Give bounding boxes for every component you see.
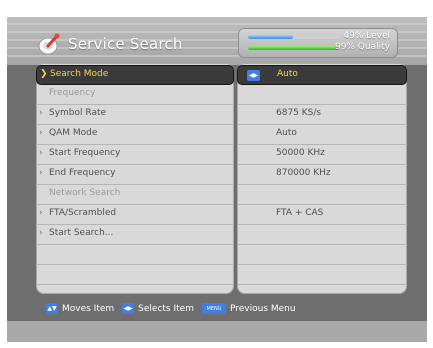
- menu-item-label: QAM Mode: [49, 128, 98, 138]
- chevron-right-icon: ›: [39, 128, 43, 138]
- satellite-dish-icon: [38, 33, 60, 55]
- quality-bar: [248, 46, 340, 50]
- level-text: 49% Level: [343, 31, 390, 41]
- menu-item-frequency: Frequency: [36, 85, 234, 105]
- header-band: Service Search 49% Level 99% Quality: [7, 17, 427, 65]
- menu-item-label: Frequency: [49, 88, 96, 98]
- value-fta-scrambled[interactable]: FTA + CAS: [237, 205, 407, 225]
- value-end-frequency[interactable]: 870000 KHz: [237, 165, 407, 185]
- left-right-key-icon: ◀▶: [122, 303, 135, 314]
- menu-filler-row: [36, 265, 234, 285]
- value-network-search: [237, 185, 407, 205]
- menu-filler-row: [36, 245, 234, 265]
- value-symbol-rate[interactable]: 6875 KS/s: [237, 105, 407, 125]
- menu-item-network-search: Network Search: [36, 185, 234, 205]
- value-list: ◀▶ Auto 6875 KS/s Auto 50000 KHz 870000 …: [237, 63, 407, 294]
- chevron-right-icon: ›: [39, 108, 43, 118]
- menu-item-qam-mode[interactable]: › QAM Mode: [36, 125, 234, 145]
- value-qam-mode[interactable]: Auto: [237, 125, 407, 145]
- help-select-text: Selects Item: [138, 303, 194, 314]
- chevron-right-icon: ›: [39, 228, 43, 238]
- page-title-area: Service Search: [36, 31, 183, 57]
- menu-item-fta-scrambled[interactable]: › FTA/Scrambled: [36, 205, 234, 225]
- quality-text: 99% Quality: [334, 42, 390, 52]
- menu-item-start-frequency[interactable]: › Start Frequency: [36, 145, 234, 165]
- menu-item-label: Search Mode: [50, 69, 109, 79]
- value-start-search: [237, 225, 407, 245]
- menu-item-start-search[interactable]: › Start Search...: [36, 225, 234, 245]
- value-search-mode[interactable]: ◀▶ Auto: [237, 65, 407, 85]
- value-start-frequency[interactable]: 50000 KHz: [237, 145, 407, 165]
- value-text: Auto: [277, 69, 298, 79]
- menu-item-label: Start Frequency: [49, 148, 121, 158]
- menu-item-label: Network Search: [49, 188, 121, 198]
- menu-item-label: End Frequency: [49, 168, 116, 178]
- chevron-right-icon: ❯: [40, 69, 48, 79]
- chevron-right-icon: ›: [39, 208, 43, 218]
- menu-item-label: Start Search...: [49, 228, 114, 238]
- value-filler-row: [237, 245, 407, 265]
- level-bar: [248, 35, 340, 39]
- chevron-right-icon: ›: [39, 168, 43, 178]
- value-text: Auto: [276, 128, 297, 138]
- value-filler-row: [237, 265, 407, 285]
- chevron-right-icon: ›: [39, 148, 43, 158]
- footer-band: [7, 321, 427, 342]
- menu-key-icon: MENU: [201, 303, 226, 314]
- tv-screen: Service Search 49% Level 99% Quality ❯ S…: [7, 17, 427, 342]
- value-text: FTA + CAS: [276, 208, 324, 218]
- value-text: 6875 KS/s: [276, 108, 322, 118]
- menu-item-end-frequency[interactable]: › End Frequency: [36, 165, 234, 185]
- up-down-key-icon: ▲▼: [46, 303, 58, 314]
- menu-item-search-mode[interactable]: ❯ Search Mode: [36, 65, 234, 85]
- help-move-text: Moves Item: [62, 303, 115, 314]
- menu-item-label: FTA/Scrambled: [49, 208, 117, 218]
- menu-item-label: Symbol Rate: [49, 108, 107, 118]
- value-frequency: [237, 85, 407, 105]
- menu-item-symbol-rate[interactable]: › Symbol Rate: [36, 105, 234, 125]
- value-text: 50000 KHz: [276, 148, 325, 158]
- signal-status: 49% Level 99% Quality: [238, 28, 398, 58]
- help-previous-text: Previous Menu: [229, 303, 296, 314]
- menu-list: ❯ Search Mode Frequency › Symbol Rate › …: [36, 63, 234, 294]
- left-right-arrows-icon: ◀▶: [247, 70, 260, 81]
- page-title: Service Search: [68, 35, 183, 53]
- help-bar: ▲▼ Moves Item ◀▶ Selects Item MENU Previ…: [36, 298, 407, 320]
- value-text: 870000 KHz: [276, 168, 331, 178]
